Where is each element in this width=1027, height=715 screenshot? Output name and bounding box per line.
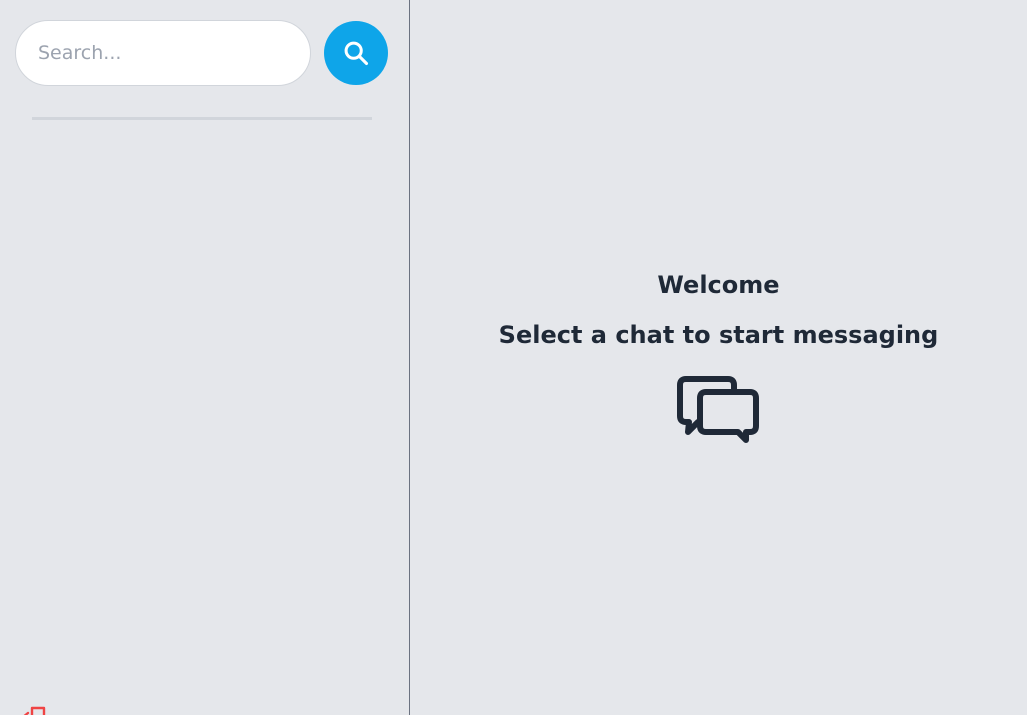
search-form	[15, 20, 388, 86]
logout-icon	[23, 706, 46, 715]
sidebar	[0, 0, 410, 715]
sidebar-divider	[32, 117, 372, 120]
chat-bubbles-icon	[676, 375, 760, 444]
welcome-panel: Welcome Select a chat to start messaging	[498, 270, 939, 444]
search-input[interactable]	[15, 20, 311, 86]
search-button[interactable]	[324, 21, 388, 85]
logout-button[interactable]	[20, 705, 48, 715]
search-icon	[344, 41, 369, 66]
main-panel: Welcome Select a chat to start messaging	[410, 0, 1027, 715]
welcome-title: Welcome	[657, 270, 780, 299]
app-root: Welcome Select a chat to start messaging	[0, 0, 1027, 715]
welcome-subtitle: Select a chat to start messaging	[498, 320, 939, 349]
